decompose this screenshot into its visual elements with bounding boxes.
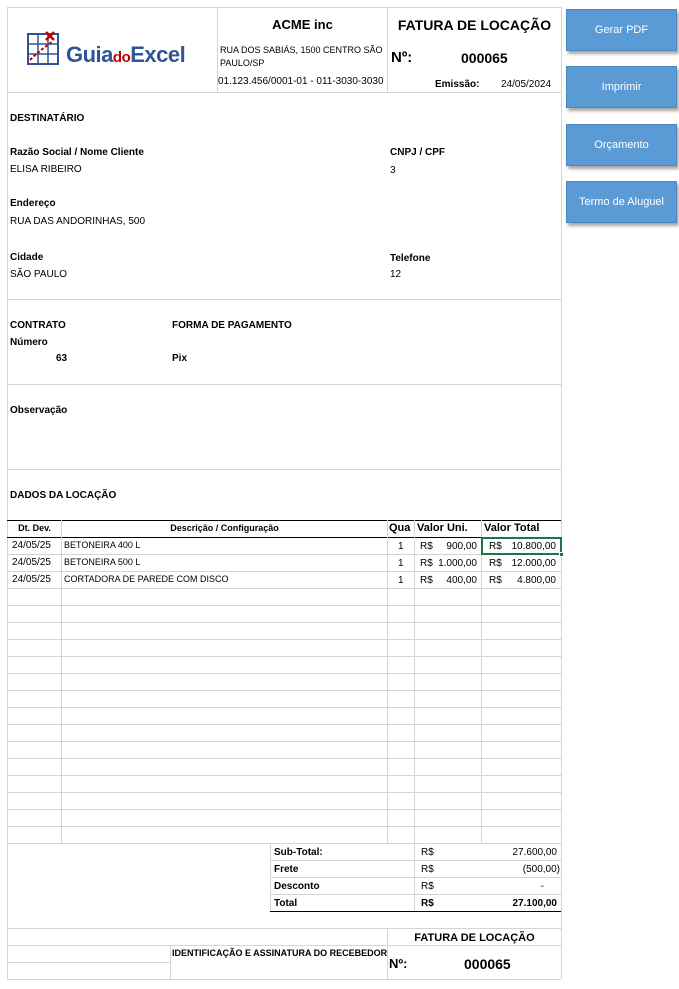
total-value: 27.100,00 bbox=[512, 898, 558, 909]
subtotal-label: Sub-Total: bbox=[274, 847, 323, 858]
notes-label: Observação bbox=[10, 405, 68, 416]
contract-number-label: Número bbox=[10, 337, 48, 348]
company-logo: GuiadoExcel bbox=[26, 30, 206, 70]
discount-currency: R$ bbox=[421, 881, 434, 892]
item-unit-value: 1.000,00 bbox=[438, 558, 477, 569]
item-date: 24/05/25 bbox=[12, 540, 51, 551]
total-label: Total bbox=[274, 898, 298, 909]
signature-label: IDENTIFICAÇÃO E ASSINATURA DO RECEBEDOR bbox=[172, 948, 388, 958]
budget-button[interactable]: Orçamento bbox=[566, 124, 677, 166]
item-unit-value: 900,00 bbox=[446, 541, 477, 552]
total-currency: R$ bbox=[421, 898, 434, 909]
item-date: 24/05/25 bbox=[12, 574, 51, 585]
column-header-unit-value: Valor Uni. bbox=[417, 522, 468, 534]
item-description: BETONEIRA 400 L bbox=[64, 540, 141, 550]
footer-invoice-number: 000065 bbox=[464, 956, 511, 972]
rental-term-button[interactable]: Termo de Aluguel bbox=[566, 181, 677, 223]
company-name: ACME inc bbox=[272, 17, 333, 32]
emission-label: Emissão: bbox=[435, 79, 480, 90]
fill-handle[interactable] bbox=[559, 552, 564, 557]
client-name-label: Razão Social / Nome Cliente bbox=[10, 147, 144, 158]
logo-text-guia: Guia bbox=[66, 42, 113, 67]
client-doc-label: CNPJ / CPF bbox=[390, 147, 446, 158]
item-unit-currency: R$ bbox=[420, 558, 433, 569]
selected-cell[interactable] bbox=[481, 537, 562, 555]
discount-value: - bbox=[540, 881, 544, 892]
address-label: Endereço bbox=[10, 198, 56, 209]
item-qty: 1 bbox=[398, 541, 404, 552]
spreadsheet-grid-icon bbox=[27, 31, 59, 65]
subtotal-value: 27.600,00 bbox=[512, 847, 558, 858]
payment-method-value: Pix bbox=[172, 353, 188, 364]
column-header-qty: Qua bbox=[389, 522, 411, 534]
phone-value: 12 bbox=[390, 269, 402, 280]
item-description: CORTADORA DE PAREDE COM DISCO bbox=[64, 574, 229, 584]
city-label: Cidade bbox=[10, 252, 44, 263]
column-header-total-value: Valor Total bbox=[484, 522, 540, 534]
payment-method-label: FORMA DE PAGAMENTO bbox=[172, 320, 292, 331]
item-unit-currency: R$ bbox=[420, 541, 433, 552]
logo-text-excel: Excel bbox=[130, 42, 186, 67]
subtotal-currency: R$ bbox=[421, 847, 434, 858]
client-name-value: ELISA RIBEIRO bbox=[10, 164, 82, 175]
footer-number-label: Nº: bbox=[389, 956, 408, 971]
item-qty: 1 bbox=[398, 575, 404, 586]
document-title: FATURA DE LOCAÇÃO bbox=[397, 17, 552, 33]
contract-title: CONTRATO bbox=[10, 320, 66, 331]
column-header-date: Dt. Dev. bbox=[18, 523, 51, 533]
emission-date: 24/05/2024 bbox=[501, 79, 552, 90]
logo-text-do: do bbox=[112, 49, 131, 66]
item-total-value: 12.000,00 bbox=[511, 558, 557, 569]
freight-currency: R$ bbox=[421, 864, 434, 875]
generate-pdf-button[interactable]: Gerar PDF bbox=[566, 9, 677, 51]
company-address: RUA DOS SABIÁS, 1500 CENTRO SÃO PAULO/SP bbox=[220, 45, 383, 68]
footer-document-title: FATURA DE LOCAÇÃO bbox=[414, 932, 535, 944]
address-value: RUA DAS ANDORINHAS, 500 bbox=[10, 216, 146, 227]
number-label: Nº: bbox=[391, 49, 413, 66]
item-description: BETONEIRA 500 L bbox=[64, 557, 141, 567]
freight-value: (500,00) bbox=[522, 864, 560, 875]
company-ids: 01.123.456/0001-01 - 011-3030-3030 bbox=[218, 76, 384, 87]
freight-label: Frete bbox=[274, 864, 299, 875]
item-total-value: 4.800,00 bbox=[517, 575, 556, 586]
recipient-section-title: DESTINATÁRIO bbox=[10, 113, 85, 124]
item-date: 24/05/25 bbox=[12, 557, 51, 568]
contract-number-value: 63 bbox=[56, 353, 68, 364]
item-qty: 1 bbox=[398, 558, 404, 569]
invoice-number: 000065 bbox=[461, 50, 508, 66]
item-unit-value: 400,00 bbox=[446, 575, 477, 586]
client-doc-value: 3 bbox=[390, 165, 396, 176]
column-header-description: Descrição / Configuração bbox=[170, 523, 279, 533]
discount-label: Desconto bbox=[274, 881, 320, 892]
city-value: SÃO PAULO bbox=[10, 269, 68, 280]
print-button[interactable]: Imprimir bbox=[566, 66, 677, 108]
rental-section-title: DADOS DA LOCAÇÃO bbox=[10, 490, 117, 501]
item-unit-currency: R$ bbox=[420, 575, 433, 586]
phone-label: Telefone bbox=[390, 253, 431, 264]
